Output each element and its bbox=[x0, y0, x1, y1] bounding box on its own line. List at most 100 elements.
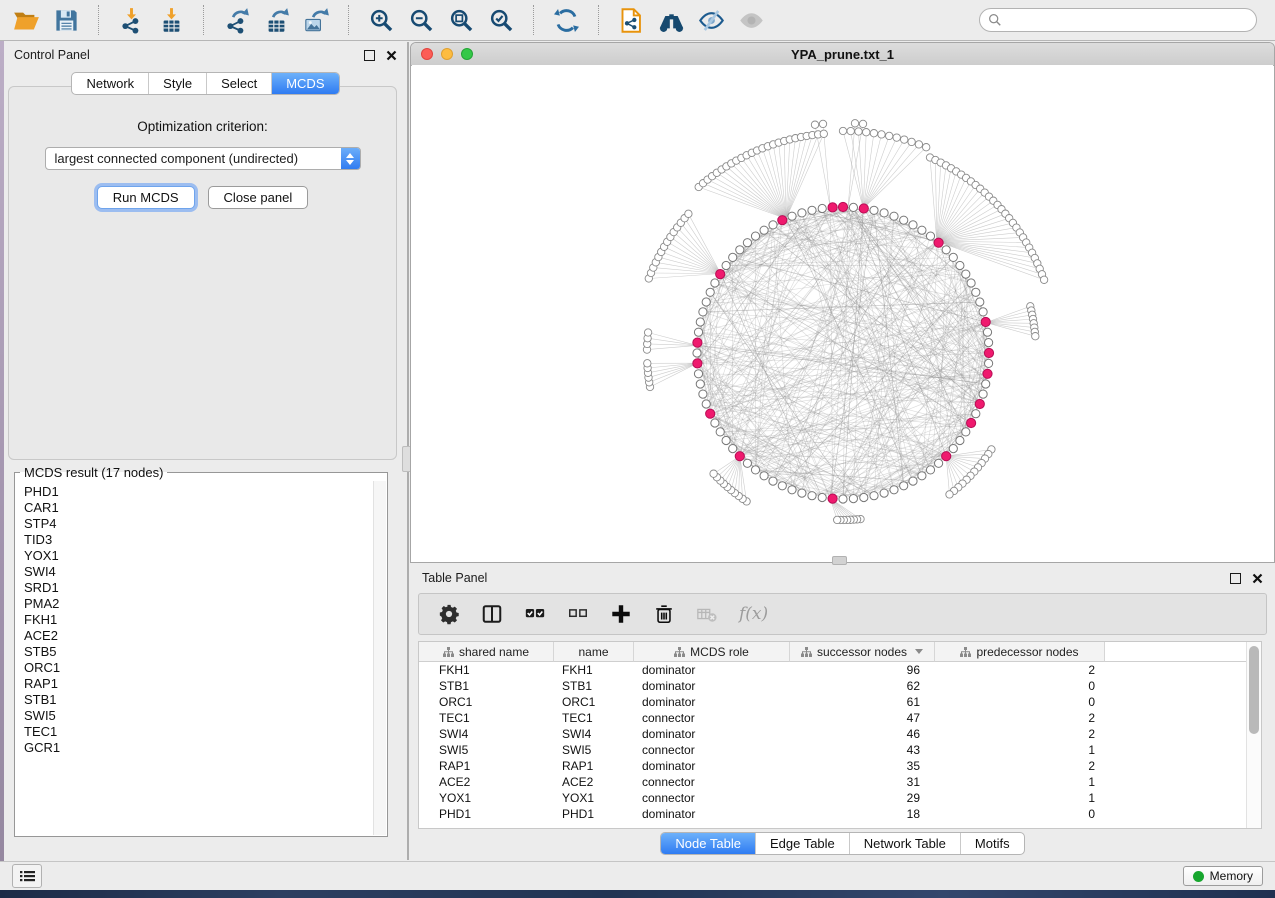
table-row[interactable]: SWI4SWI4dominator462 bbox=[419, 726, 1246, 742]
tab-mcds[interactable]: MCDS bbox=[271, 73, 338, 94]
delete-row-icon[interactable] bbox=[653, 603, 675, 625]
show-columns-icon[interactable] bbox=[481, 603, 503, 625]
table-body: FKH1FKH1dominator962STB1STB1dominator620… bbox=[419, 662, 1246, 822]
result-list-scrollbar[interactable] bbox=[373, 481, 386, 835]
mcds-result-item[interactable]: CAR1 bbox=[24, 500, 373, 516]
zoom-in-icon[interactable] bbox=[368, 7, 395, 34]
network-view-window: YPA_prune.txt_1 bbox=[410, 42, 1275, 563]
table-row[interactable]: TEC1TEC1connector472 bbox=[419, 710, 1246, 726]
mcds-result-item[interactable]: STP4 bbox=[24, 516, 373, 532]
mcds-result-item[interactable]: TID3 bbox=[24, 532, 373, 548]
import-network-icon[interactable] bbox=[118, 7, 145, 34]
open-folder-icon[interactable] bbox=[13, 7, 40, 34]
column-header-predecessor-nodes[interactable]: predecessor nodes bbox=[935, 642, 1105, 662]
tab-style[interactable]: Style bbox=[148, 73, 206, 94]
zoom-selected-icon[interactable] bbox=[488, 7, 515, 34]
tab-select[interactable]: Select bbox=[206, 73, 271, 94]
import-table-icon[interactable] bbox=[158, 7, 185, 34]
cell-shared-name: ORC1 bbox=[419, 695, 554, 709]
mcds-result-item[interactable]: PMA2 bbox=[24, 596, 373, 612]
refresh-icon[interactable] bbox=[553, 7, 580, 34]
mcds-result-item[interactable]: SRD1 bbox=[24, 580, 373, 596]
tab-motifs[interactable]: Motifs bbox=[960, 833, 1024, 854]
mcds-result-item[interactable]: RAP1 bbox=[24, 676, 373, 692]
horizontal-splitter-handle[interactable] bbox=[832, 556, 847, 565]
table-scrollbar-thumb[interactable] bbox=[1249, 646, 1259, 734]
mcds-result-item[interactable]: SWI4 bbox=[24, 564, 373, 580]
mcds-result-item[interactable]: GCR1 bbox=[24, 740, 373, 756]
memory-button-label: Memory bbox=[1210, 869, 1253, 883]
deselect-all-icon[interactable] bbox=[567, 603, 589, 625]
mcds-result-item[interactable]: FKH1 bbox=[24, 612, 373, 628]
cell-successor-nodes: 62 bbox=[790, 679, 935, 693]
table-panel-float-icon[interactable] bbox=[1230, 573, 1241, 584]
table-row[interactable]: PHD1PHD1dominator180 bbox=[419, 806, 1246, 822]
search-box[interactable] bbox=[979, 8, 1257, 32]
cell-successor-nodes: 43 bbox=[790, 743, 935, 757]
network-window-titlebar[interactable]: YPA_prune.txt_1 bbox=[411, 43, 1274, 66]
column-header-mcds-role[interactable]: MCDS role bbox=[634, 642, 790, 662]
control-panel-close-icon[interactable] bbox=[386, 50, 397, 61]
cell-mcds-role: dominator bbox=[634, 727, 790, 741]
status-list-button[interactable] bbox=[12, 864, 42, 888]
tab-network[interactable]: Network bbox=[72, 73, 148, 94]
optimization-criterion-dropdown[interactable]: largest connected component (undirected) bbox=[45, 147, 361, 170]
cell-predecessor-nodes: 0 bbox=[935, 679, 1105, 693]
cell-successor-nodes: 46 bbox=[790, 727, 935, 741]
mcds-result-item[interactable]: PHD1 bbox=[24, 484, 373, 500]
memory-button[interactable]: Memory bbox=[1183, 866, 1263, 886]
mcds-result-item[interactable]: STB5 bbox=[24, 644, 373, 660]
column-header-shared-name[interactable]: shared name bbox=[419, 642, 554, 662]
save-icon[interactable] bbox=[53, 7, 80, 34]
search-icon bbox=[988, 13, 1002, 27]
control-panel-float-icon[interactable] bbox=[364, 50, 375, 61]
mcds-result-item[interactable]: ACE2 bbox=[24, 628, 373, 644]
panel-splitter[interactable] bbox=[407, 42, 409, 860]
mcds-result-item[interactable]: ORC1 bbox=[24, 660, 373, 676]
table-row[interactable]: STB1STB1dominator620 bbox=[419, 678, 1246, 694]
eye-icon[interactable] bbox=[738, 7, 765, 34]
column-header-name[interactable]: name bbox=[554, 642, 634, 662]
table-row[interactable]: ACE2ACE2connector311 bbox=[419, 774, 1246, 790]
share-network-file-icon[interactable] bbox=[618, 7, 645, 34]
export-table-icon[interactable] bbox=[263, 7, 290, 34]
control-panel-tabs: NetworkStyleSelectMCDS bbox=[4, 72, 407, 95]
table-row[interactable]: FKH1FKH1dominator962 bbox=[419, 662, 1246, 678]
tab-edge-table[interactable]: Edge Table bbox=[755, 833, 849, 854]
column-header-successor-nodes[interactable]: successor nodes bbox=[790, 642, 935, 662]
toolbar-separator bbox=[203, 5, 205, 35]
select-all-icon[interactable] bbox=[524, 603, 546, 625]
zoom-out-icon[interactable] bbox=[408, 7, 435, 34]
header-filler bbox=[1105, 642, 1246, 662]
export-image-icon[interactable] bbox=[303, 7, 330, 34]
table-row[interactable]: YOX1YOX1connector291 bbox=[419, 790, 1246, 806]
tab-network-table[interactable]: Network Table bbox=[849, 833, 960, 854]
mcds-result-item[interactable]: STB1 bbox=[24, 692, 373, 708]
mcds-result-item[interactable]: YOX1 bbox=[24, 548, 373, 564]
mcds-result-item[interactable]: TEC1 bbox=[24, 724, 373, 740]
close-panel-button[interactable]: Close panel bbox=[208, 186, 309, 209]
table-row[interactable]: ORC1ORC1dominator610 bbox=[419, 694, 1246, 710]
cell-predecessor-nodes: 2 bbox=[935, 759, 1105, 773]
binoculars-icon[interactable] bbox=[658, 7, 685, 34]
network-canvas[interactable] bbox=[412, 65, 1273, 561]
run-mcds-button[interactable]: Run MCDS bbox=[97, 186, 195, 209]
window-close-light[interactable] bbox=[421, 48, 433, 60]
table-row[interactable]: SWI5SWI5connector431 bbox=[419, 742, 1246, 758]
tab-node-table[interactable]: Node Table bbox=[661, 833, 755, 854]
window-zoom-light[interactable] bbox=[461, 48, 473, 60]
table-scrollbar[interactable] bbox=[1246, 642, 1261, 828]
settings-gear-icon[interactable] bbox=[438, 603, 460, 625]
mcds-result-item[interactable]: SWI5 bbox=[24, 708, 373, 724]
table-panel-close-icon[interactable] bbox=[1252, 573, 1263, 584]
cell-mcds-role: dominator bbox=[634, 663, 790, 677]
export-network-icon[interactable] bbox=[223, 7, 250, 34]
window-minimize-light[interactable] bbox=[441, 48, 453, 60]
table-row[interactable]: RAP1RAP1dominator352 bbox=[419, 758, 1246, 774]
zoom-fit-icon[interactable] bbox=[448, 7, 475, 34]
search-input[interactable] bbox=[1007, 12, 1248, 28]
add-row-icon[interactable] bbox=[610, 603, 632, 625]
mcds-result-list: PHD1CAR1STP4TID3YOX1SWI4SRD1PMA2FKH1ACE2… bbox=[17, 482, 373, 834]
eye-slash-icon[interactable] bbox=[698, 7, 725, 34]
cell-successor-nodes: 29 bbox=[790, 791, 935, 805]
